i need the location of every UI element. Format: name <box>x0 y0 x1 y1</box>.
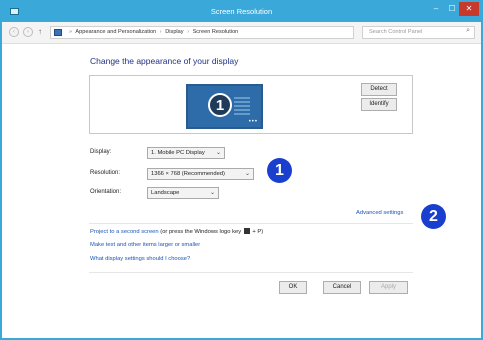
chevron-down-icon: ⌄ <box>209 190 215 196</box>
maximize-button[interactable]: ☐ <box>445 2 459 16</box>
back-button[interactable]: ‹ <box>9 27 19 37</box>
project-hint-b: + P) <box>252 229 264 235</box>
orientation-value: Landscape <box>151 190 180 196</box>
project-hint-a: (or press the Windows logo key <box>160 229 242 235</box>
breadcrumb-item-display[interactable]: Display <box>165 29 183 35</box>
breadcrumb-item-appearance[interactable]: Appearance and Personalization <box>75 29 156 35</box>
page-title: Change the appearance of your display <box>90 56 239 66</box>
display-value: 1. Mobile PC Display <box>151 150 205 156</box>
search-placeholder: Search Control Panel <box>369 29 423 35</box>
identify-button[interactable]: Identify <box>361 98 397 111</box>
chevron-down-icon: ⌄ <box>215 150 221 156</box>
display-label: Display: <box>90 149 112 155</box>
divider <box>89 223 413 224</box>
display-settings-help-link[interactable]: What display settings should I choose? <box>90 256 190 262</box>
monitor-icon[interactable]: 1 ••• <box>186 84 263 129</box>
cancel-button[interactable]: Cancel <box>323 281 361 294</box>
forward-button[interactable]: › <box>23 27 33 37</box>
window-title: Screen Resolution <box>210 7 273 16</box>
display-select[interactable]: 1. Mobile PC Display ⌄ <box>147 147 225 159</box>
project-second-screen-link[interactable]: Project to a second screen <box>90 229 159 235</box>
screen-resolution-window: Screen Resolution – ☐ ✕ ‹ › ↑ » Appearan… <box>0 0 483 340</box>
project-second-screen-row: Project to a second screen (or press the… <box>90 228 263 235</box>
monitor-dots: ••• <box>248 119 258 125</box>
resolution-value: 1366 × 768 (Recommended) <box>151 171 225 177</box>
apply-button[interactable]: Apply <box>369 281 408 294</box>
breadcrumb[interactable]: » Appearance and Personalization › Displ… <box>50 26 400 39</box>
divider <box>89 272 413 273</box>
callout-1: 1 <box>267 158 292 183</box>
breadcrumb-items: » Appearance and Personalization › Displ… <box>69 29 239 35</box>
screen-grid <box>234 96 250 115</box>
resolution-label: Resolution: <box>90 170 121 176</box>
address-bar: ‹ › ↑ » Appearance and Personalization ›… <box>2 22 481 44</box>
orientation-label: Orientation: <box>90 189 122 195</box>
advanced-settings-link[interactable]: Advanced settings <box>356 210 403 216</box>
search-input[interactable]: Search Control Panel ⌕ <box>362 26 475 39</box>
chevron-down-icon: ⌄ <box>244 171 250 177</box>
search-icon[interactable]: ⌕ <box>466 27 470 35</box>
detect-button[interactable]: Detect <box>361 83 397 96</box>
windows-logo-icon <box>243 228 250 234</box>
title-bar[interactable]: Screen Resolution – ☐ ✕ <box>2 2 481 22</box>
ok-button[interactable]: OK <box>279 281 307 294</box>
text-size-link[interactable]: Make text and other items larger or smal… <box>90 242 200 248</box>
display-preview: 1 ••• Detect Identify <box>89 75 413 134</box>
breadcrumb-item-screen-resolution[interactable]: Screen Resolution <box>193 29 239 35</box>
minimize-button[interactable]: – <box>428 2 444 16</box>
callout-2: 2 <box>421 204 446 229</box>
up-button[interactable]: ↑ <box>38 27 42 37</box>
close-button[interactable]: ✕ <box>459 2 479 16</box>
orientation-select[interactable]: Landscape ⌄ <box>147 187 219 199</box>
control-panel-icon <box>54 29 62 36</box>
resolution-select[interactable]: 1366 × 768 (Recommended) ⌄ <box>147 168 254 180</box>
monitor-number: 1 <box>208 93 232 117</box>
